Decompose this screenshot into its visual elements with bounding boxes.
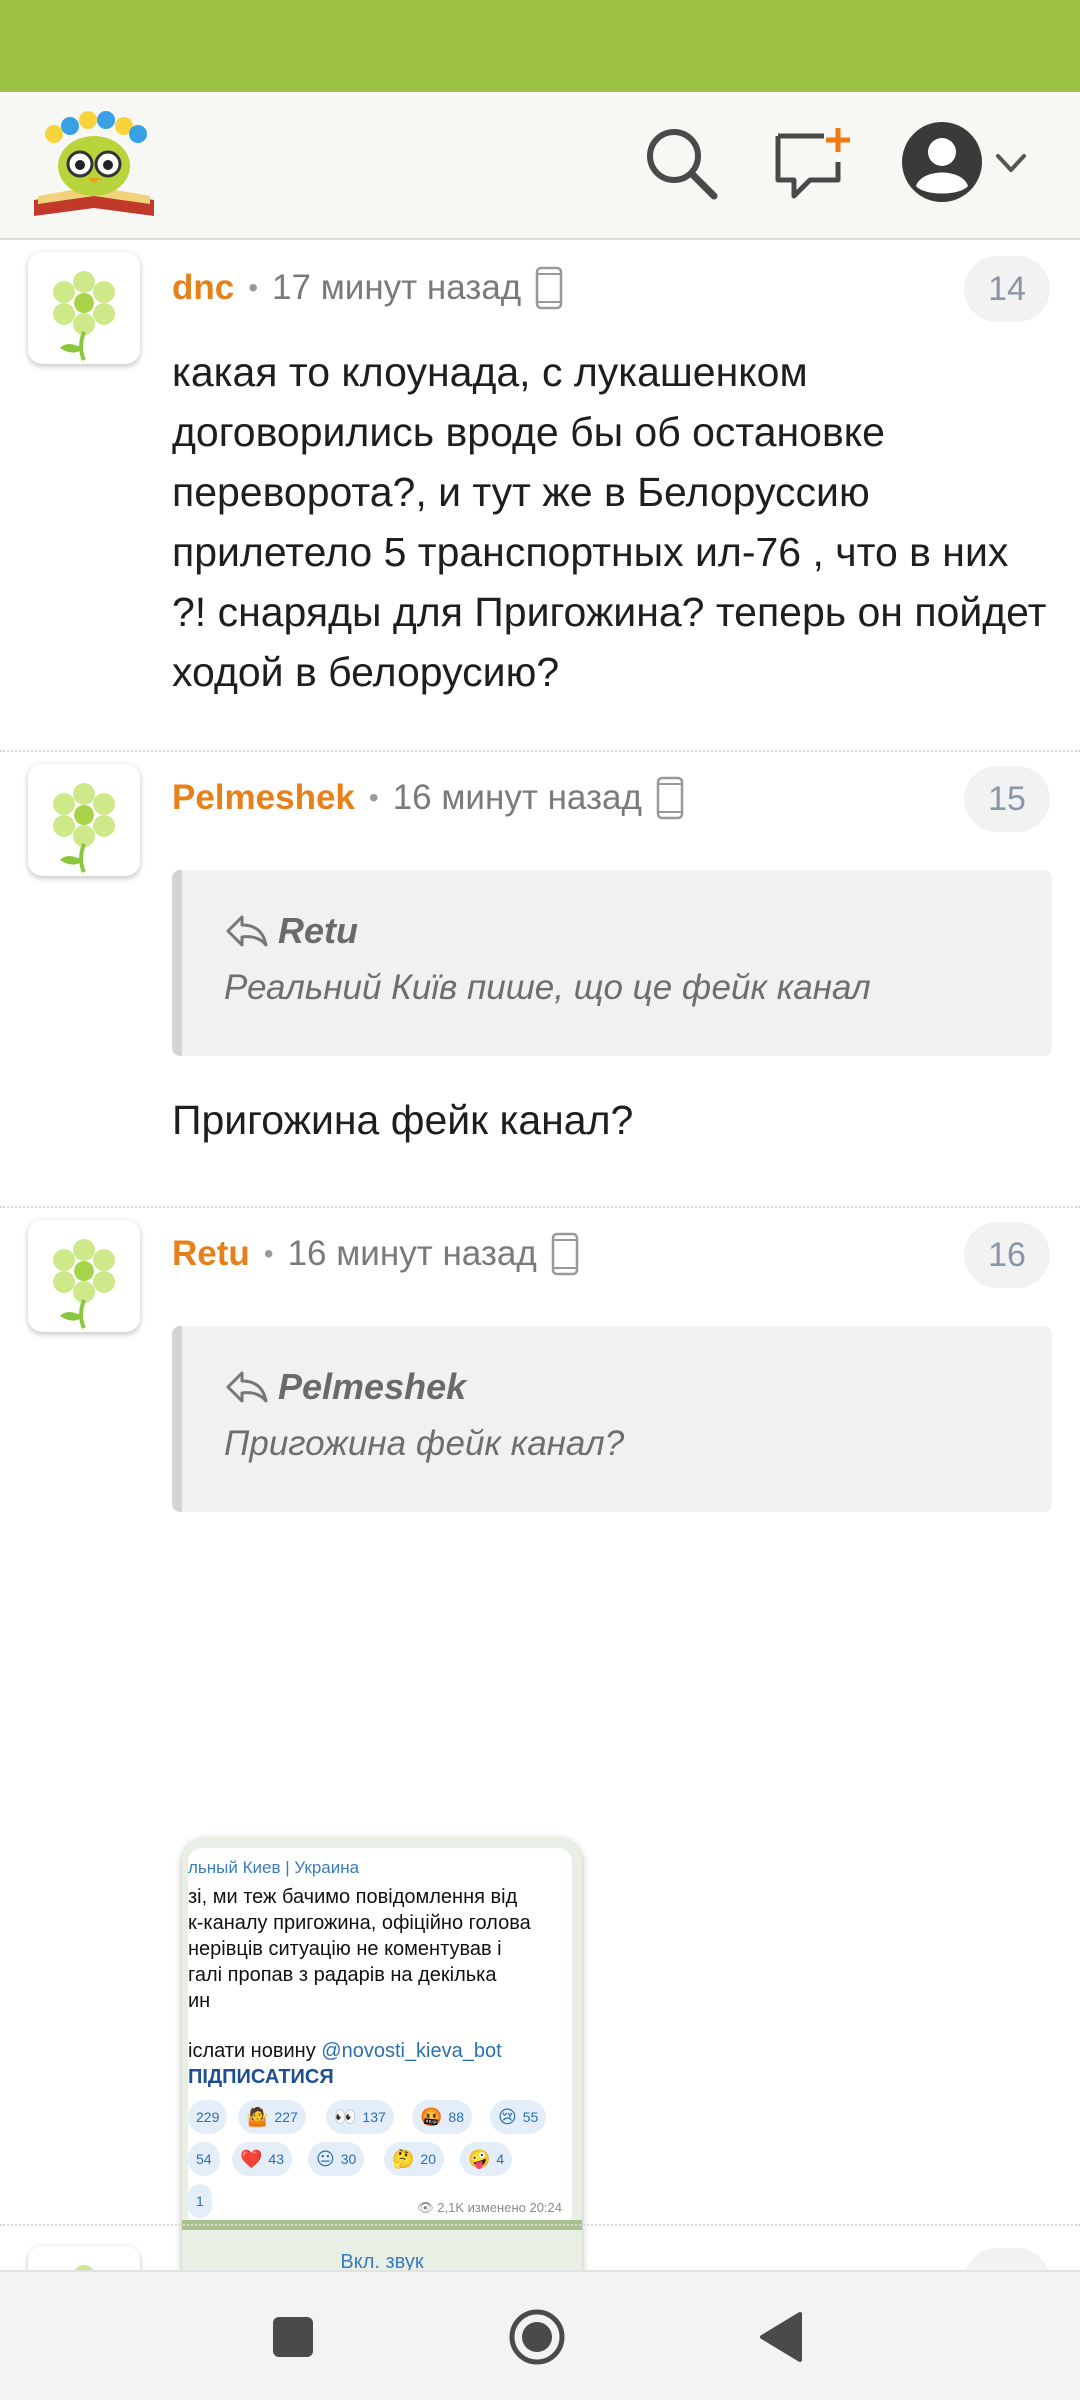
telegram-post: льный Киев | Украина зі, ми теж бачимо п… (188, 1848, 572, 2228)
reaction-chip: ❤️ 43 (232, 2142, 292, 2176)
reaction-chip: 😐 30 (308, 2142, 365, 2176)
quote-header: Pelmeshek (224, 1362, 466, 1412)
flower-avatar-icon[interactable] (28, 764, 140, 876)
post-line: нерівців ситуацію не коментував і (188, 1938, 502, 1960)
reaction-emoji: 🤬 (420, 2106, 443, 2127)
reaction-count: 4 (496, 2151, 505, 2167)
comments-feed[interactable]: dnc • 17 минут назад 14 какая то клоунад… (0, 240, 1080, 2270)
reply-arrow-icon (226, 1371, 268, 1403)
post-line: ин (188, 1990, 211, 2012)
separator-dot: • (368, 782, 379, 813)
comment-author[interactable]: Pelmeshek (172, 778, 355, 818)
back-button[interactable] (746, 2302, 816, 2372)
comment-item: Retu • 16 минут назад 16 Pelmeshek Приго… (0, 1208, 1080, 2270)
comment-author[interactable]: Retu (172, 1234, 250, 1274)
subscribe-link: ПІДПИСАТИСЯ (188, 2066, 334, 2088)
reaction-chip: 👀 137 (326, 2100, 394, 2134)
reaction-chip: 🤷 227 (238, 2100, 306, 2134)
flower-avatar-icon[interactable] (28, 1220, 140, 1332)
quoted-reply[interactable]: Pelmeshek Пригожина фейк канал? (172, 1326, 1052, 1512)
circle-icon (509, 2309, 565, 2365)
reaction-count: 227 (274, 2109, 298, 2125)
reaction-count: 1 (196, 2193, 204, 2209)
quote-header: Retu (224, 906, 358, 956)
comment-time: 16 минут назад (392, 778, 642, 817)
comment-meta: dnc • 17 минут назад (172, 258, 563, 318)
status-bar (0, 0, 1080, 92)
quote-author: Retu (278, 910, 358, 951)
comment-text: Пригожина фейк канал? (172, 1097, 634, 1143)
search-icon[interactable] (640, 122, 720, 202)
bot-link: @novosti_kieva_bot (321, 2040, 502, 2062)
reaction-count: 20 (420, 2151, 436, 2167)
quoted-reply[interactable]: Retu Реальний Київ пише, що це фейк кана… (172, 870, 1052, 1056)
quote-text: Пригожина фейк канал? (224, 1424, 625, 1463)
comment-item: Pelmeshek • 16 минут назад 15 Retu Реаль… (0, 752, 1080, 1208)
reaction-chip: 🤪 4 (460, 2142, 513, 2176)
home-button[interactable] (502, 2302, 572, 2372)
recents-button[interactable] (258, 2302, 328, 2372)
flower-avatar-icon[interactable] (28, 252, 140, 364)
attached-screenshot[interactable]: льный Киев | Украина зі, ми теж бачимо п… (182, 1838, 582, 2270)
smartphone-icon (535, 266, 563, 310)
reaction-chip: 54 (188, 2142, 220, 2176)
smartphone-icon (656, 776, 684, 820)
comment-item (0, 2226, 1080, 2270)
comment-number-badge[interactable]: 16 (964, 1222, 1050, 1288)
comment-number-badge[interactable]: 14 (964, 256, 1050, 322)
post-send-line: іслати новину @novosti_kieva_bot (188, 2040, 502, 2063)
reaction-count: 88 (448, 2109, 464, 2125)
reaction-count: 30 (340, 2151, 357, 2167)
reaction-emoji: 😐 (316, 2148, 335, 2169)
quote-text: Реальний Київ пише, що це фейк канал (224, 968, 871, 1007)
system-nav-bar (0, 2270, 1080, 2400)
reading-owl-logo-icon[interactable] (30, 104, 158, 224)
square-icon (273, 2317, 313, 2357)
reaction-chip: 🤔 20 (384, 2142, 444, 2176)
separator-dot: • (248, 272, 259, 303)
reaction-emoji: ❤️ (240, 2148, 263, 2169)
separator-dot: • (263, 1238, 274, 1269)
comment-meta: Pelmeshek • 16 минут назад (172, 768, 684, 828)
comment-time: 17 минут назад (272, 268, 522, 307)
smartphone-icon (551, 1232, 579, 1276)
reaction-count: 55 (522, 2109, 539, 2125)
channel-name: льный Киев | Украина (188, 1858, 360, 1877)
reaction-chip: 229 (188, 2100, 228, 2134)
reaction-chip: 😢 55 (490, 2100, 547, 2134)
comment-number-badge[interactable]: 15 (964, 766, 1050, 832)
comment-item: dnc • 17 минут назад 14 какая то клоунад… (0, 240, 1080, 750)
reaction-count: 54 (196, 2151, 212, 2167)
reaction-chip: 🤬 88 (412, 2100, 472, 2134)
reaction-emoji: 🤔 (392, 2148, 415, 2169)
reaction-emoji: 🤷 (246, 2106, 269, 2127)
reaction-chip: 1 (188, 2184, 212, 2218)
chevron-down-icon[interactable] (992, 144, 1030, 182)
post-line: зі, ми теж бачимо повідомлення від (188, 1886, 518, 1908)
comment-meta: Retu • 16 минут назад (172, 1224, 579, 1284)
reaction-count: 43 (268, 2151, 284, 2167)
post-line: к-каналу пригожина, офіційно голова (188, 1912, 531, 1934)
comment-text: какая то клоунада, с лукашенком договори… (172, 349, 1047, 695)
reply-arrow-icon (226, 915, 268, 947)
reaction-emoji: 🤪 (468, 2148, 491, 2169)
reaction-emoji: 👀 (334, 2106, 357, 2127)
comment-time: 16 минут назад (287, 1234, 537, 1273)
reaction-count: 137 (362, 2109, 386, 2125)
flower-avatar-icon[interactable] (28, 2246, 140, 2270)
comment-author[interactable]: dnc (172, 268, 234, 308)
reaction-count: 229 (196, 2109, 220, 2125)
post-line: галі пропав з радарів на декілька (188, 1964, 497, 1986)
app-header (0, 92, 1080, 240)
post-footer: 👁 2,1K изменено 20:24 (417, 2200, 562, 2215)
comment-number-badge[interactable] (964, 2248, 1050, 2270)
triangle-back-icon (760, 2312, 802, 2362)
quote-author: Pelmeshek (278, 1366, 467, 1407)
send-prefix: іслати новину (188, 2040, 322, 2062)
reaction-emoji: 😢 (498, 2106, 517, 2127)
user-avatar-icon[interactable] (900, 120, 984, 204)
new-message-icon[interactable] (772, 122, 856, 202)
